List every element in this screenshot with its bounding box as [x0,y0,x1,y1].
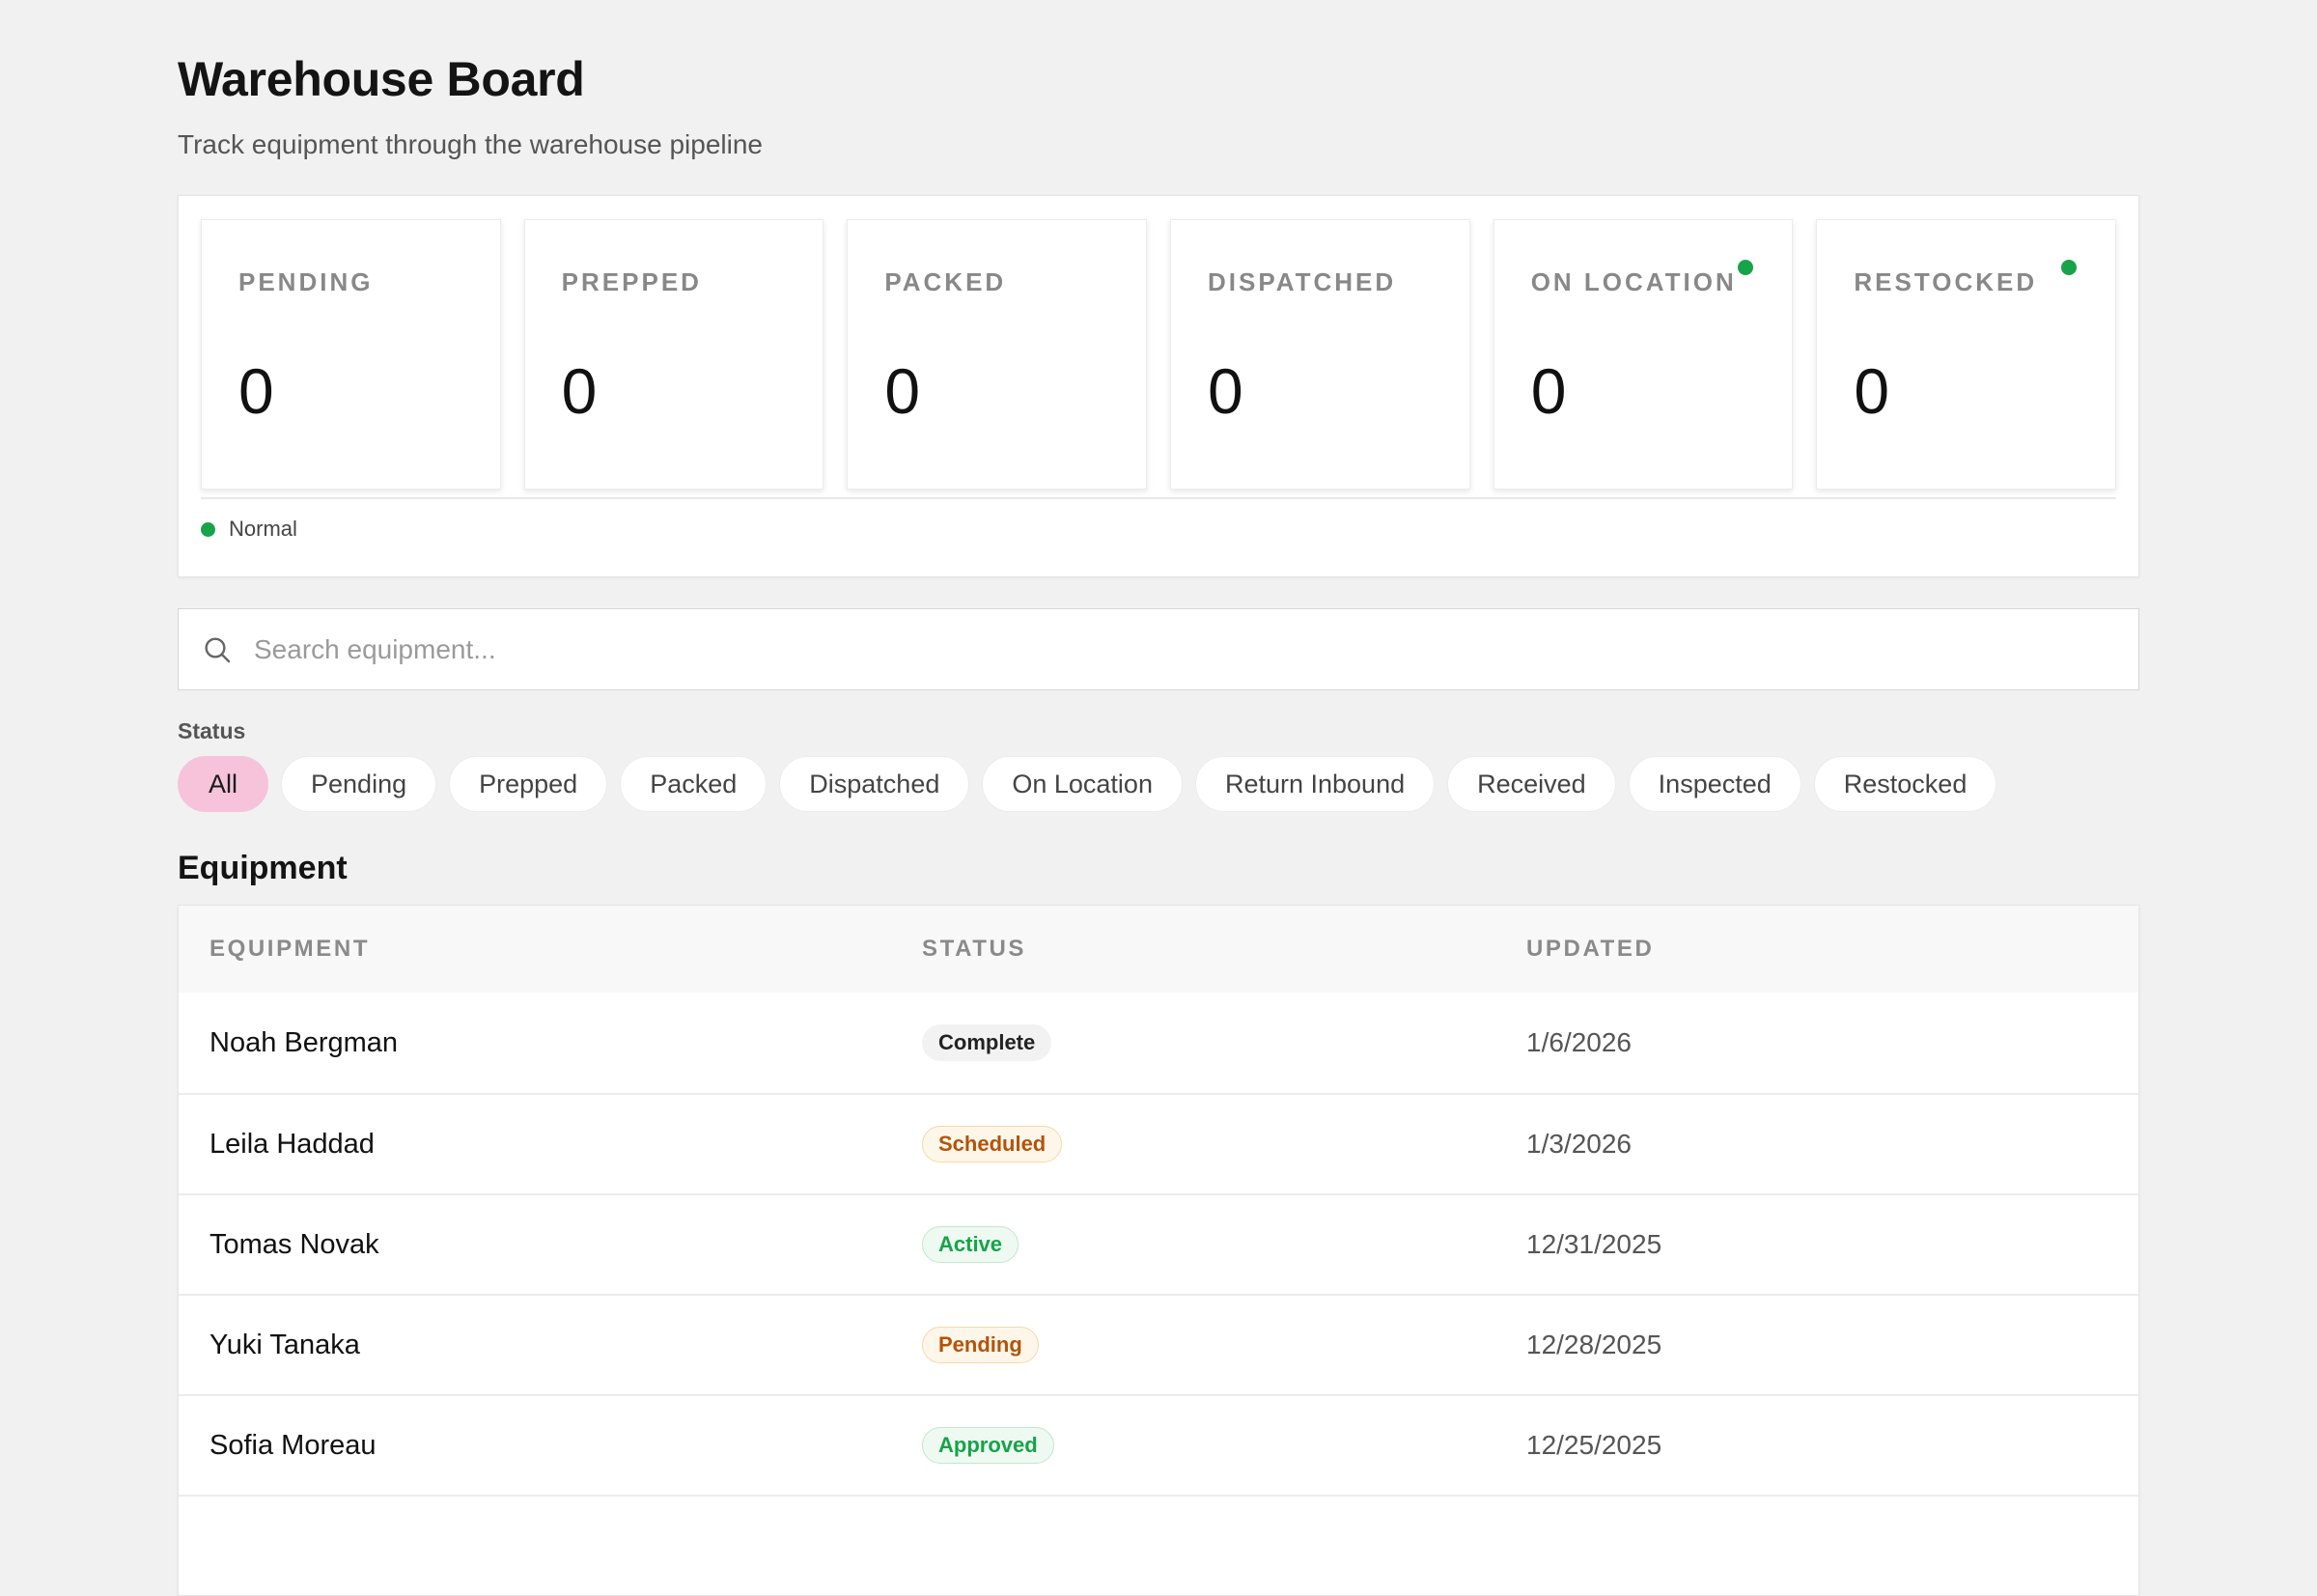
status-badge: Approved [922,1427,1054,1464]
filter-chip-received[interactable]: Received [1447,756,1616,812]
equipment-name: Tomas Novak [209,1228,379,1260]
stage-count: 0 [238,355,274,427]
table-row[interactable]: Leila Haddad Scheduled 1/3/2026 [179,1093,2138,1193]
table-row[interactable]: Sofia Moreau Approved 12/25/2025 [179,1394,2138,1495]
filter-chip-pending[interactable]: Pending [281,756,437,812]
updated-date: 1/3/2026 [1526,1129,1632,1159]
search-input[interactable] [254,633,2088,665]
warehouse-board-page: Warehouse Board Track equipment through … [178,50,2139,1596]
status-dot-icon [2061,260,2078,275]
updated-date: 12/25/2025 [1526,1430,1662,1460]
stage-label: PREPPED [561,267,702,296]
stage-label: PENDING [238,267,374,296]
search-bar [178,608,2139,690]
stage-card-pending[interactable]: PENDING 0 [201,219,501,490]
equipment-name: Sofia Moreau [209,1429,377,1461]
table-row[interactable]: Yuki Tanaka Pending 12/28/2025 [179,1294,2138,1394]
filter-chip-all[interactable]: All [178,756,269,812]
filter-chip-inspected[interactable]: Inspected [1628,756,1801,812]
filter-chip-prepped[interactable]: Prepped [449,756,608,812]
stage-card-restocked[interactable]: RESTOCKED 0 [1816,219,2117,490]
equipment-name: Yuki Tanaka [209,1329,360,1360]
stage-label: ON LOCATION [1530,267,1737,296]
stage-count: 0 [1208,355,1243,427]
equipment-section-title: Equipment [178,850,348,886]
pipeline-stages: PENDING 0 PREPPED 0 PACKED 0 DISPATCHED … [201,219,2117,490]
page-subtitle: Track equipment through the warehouse pi… [178,129,764,159]
status-filter-label: Status [178,718,246,743]
pipeline-panel: PENDING 0 PREPPED 0 PACKED 0 DISPATCHED … [178,195,2139,577]
column-header-equipment[interactable]: EQUIPMENT [179,936,922,963]
legend-dot-icon [201,521,215,537]
page-title: Warehouse Board [178,52,585,106]
column-header-updated[interactable]: UPDATED [1526,936,2138,963]
stage-card-prepped[interactable]: PREPPED 0 [523,219,824,490]
pipeline-legend: Normal [201,497,2116,542]
table-row[interactable]: Noah Bergman Complete 1/6/2026 [179,993,2138,1093]
stage-count: 0 [884,355,921,427]
stage-card-packed[interactable]: PACKED 0 [847,219,1148,490]
table-row[interactable] [179,1495,2138,1595]
stage-label: RESTOCKED [1854,267,2038,296]
stage-card-on-location[interactable]: ON LOCATION 0 [1493,219,1794,490]
column-header-status[interactable]: STATUS [922,936,1526,963]
status-badge: Active [922,1226,1019,1263]
status-badge: Pending [922,1327,1039,1363]
stage-count: 0 [1854,355,1890,427]
stage-count: 0 [1530,355,1567,427]
status-badge: Scheduled [922,1126,1063,1162]
updated-date: 1/6/2026 [1526,1027,1632,1057]
stage-label: PACKED [884,267,1007,296]
stage-count: 0 [561,355,598,427]
table-header: EQUIPMENT STATUS UPDATED [179,906,2138,993]
filter-chip-return-inbound[interactable]: Return Inbound [1194,756,1436,812]
equipment-name: Noah Bergman [209,1026,399,1058]
filter-chip-on-location[interactable]: On Location [982,756,1183,812]
legend-label: Normal [229,517,297,541]
filter-chip-packed[interactable]: Packed [620,756,768,812]
table-body: Noah Bergman Complete 1/6/2026 Leila Had… [179,993,2138,1595]
search-icon [205,636,231,662]
equipment-table: EQUIPMENT STATUS UPDATED Noah Bergman Co… [178,905,2139,1596]
equipment-name: Leila Haddad [209,1128,375,1160]
status-filter-chips: All Pending Prepped Packed Dispatched On… [178,756,2139,812]
updated-date: 12/31/2025 [1526,1229,1662,1259]
table-row[interactable]: Tomas Novak Active 12/31/2025 [179,1193,2138,1294]
stage-label: DISPATCHED [1208,267,1397,296]
status-badge: Complete [922,1024,1052,1061]
stage-card-dispatched[interactable]: DISPATCHED 0 [1170,219,1470,490]
filter-chip-restocked[interactable]: Restocked [1813,756,1997,812]
updated-date: 12/28/2025 [1526,1330,1662,1359]
filter-chip-dispatched[interactable]: Dispatched [779,756,970,812]
